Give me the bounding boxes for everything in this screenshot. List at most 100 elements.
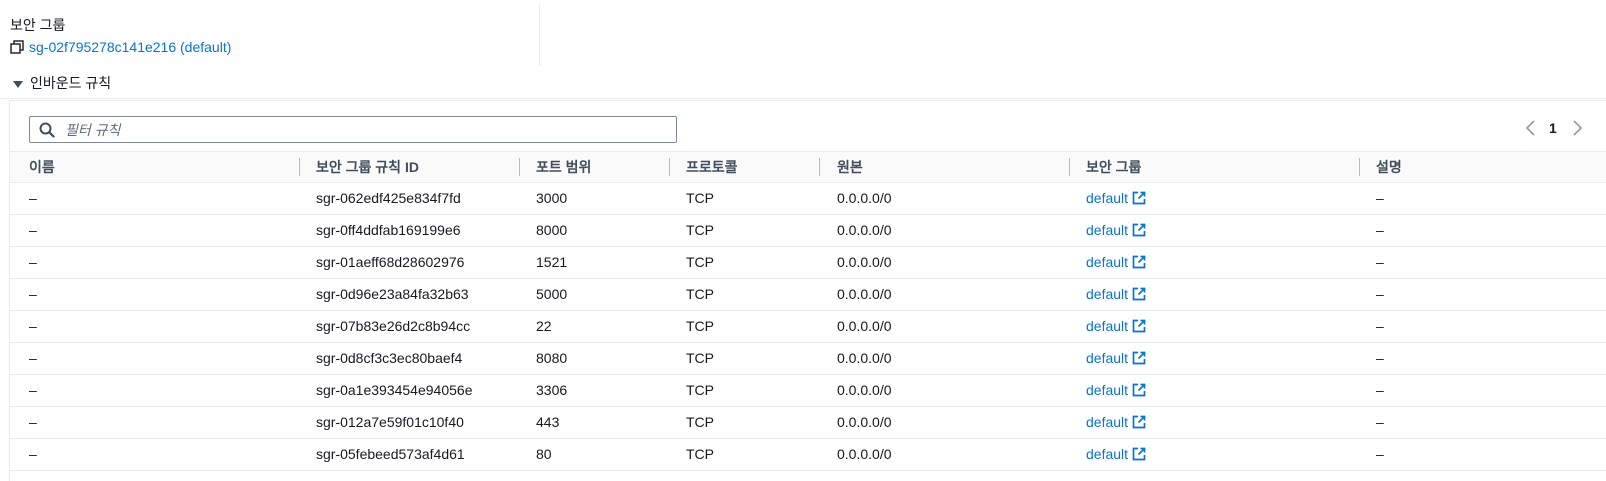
security-group-link[interactable]: default [1086, 382, 1146, 398]
cell-description: – [1376, 286, 1384, 302]
external-link-icon [1132, 441, 1146, 461]
security-group-link[interactable]: default [1086, 190, 1146, 206]
external-link-icon [1132, 185, 1146, 205]
table-header: 이름 보안 그룹 규칙 ID 포트 범위 프로토콜 원본 보안 그룹 설명 [10, 151, 1606, 183]
cell-security-group: default [1086, 279, 1146, 310]
table-row: – sgr-05febeed573af4d61 80 TCP 0.0.0.0/0 defa… [10, 439, 1606, 471]
security-group-link-text: default [1086, 286, 1129, 302]
cell-security-group: default [1086, 183, 1146, 214]
external-link-icon [1132, 217, 1146, 237]
section-divider [539, 4, 540, 66]
cell-source: 0.0.0.0/0 [837, 350, 892, 366]
table-row: – sgr-012a7e59f01c10f40 443 TCP 0.0.0.0/0 def… [10, 407, 1606, 439]
cell-port-range: 1521 [536, 254, 568, 270]
security-group-link[interactable]: default [1086, 286, 1146, 302]
security-group-link-text: default [1086, 190, 1129, 206]
security-group-link[interactable]: default [1086, 222, 1146, 238]
table-row: – sgr-0d96e23a84fa32b63 5000 TCP 0.0.0.0/0 de… [10, 279, 1606, 311]
security-group-link[interactable]: default [1086, 254, 1146, 270]
cell-name: – [29, 190, 37, 206]
cell-protocol: TCP [686, 190, 714, 206]
table-body: – sgr-062edf425e834f7fd 3000 TCP 0.0.0.0/0 de… [10, 183, 1606, 471]
page-number[interactable]: 1 [1549, 120, 1557, 136]
cell-description: – [1376, 414, 1384, 430]
filter-box [29, 116, 677, 143]
cell-protocol: TCP [686, 414, 714, 430]
inbound-rules-panel: 1 이름 보안 그룹 규칙 ID 포트 범위 프로토콜 원본 보안 그룹 설명 … [9, 100, 1606, 481]
column-resizer[interactable] [519, 158, 520, 176]
column-header-port-range[interactable]: 포트 범위 [536, 152, 591, 182]
column-resizer[interactable] [1069, 158, 1070, 176]
cell-name: – [29, 254, 37, 270]
cell-port-range: 22 [536, 318, 552, 334]
column-header-protocol[interactable]: 프로토콜 [686, 152, 738, 182]
security-group-label: 보안 그룹 [10, 17, 66, 33]
column-resizer[interactable] [819, 158, 820, 176]
cell-name: – [29, 318, 37, 334]
cell-port-range: 3306 [536, 382, 568, 398]
caret-down-icon [12, 77, 24, 89]
column-header-name[interactable]: 이름 [29, 152, 55, 182]
pagination: 1 [1522, 119, 1586, 137]
security-group-link-text: default [1086, 446, 1129, 462]
inbound-rules-table: 이름 보안 그룹 규칙 ID 포트 범위 프로토콜 원본 보안 그룹 설명 – s… [10, 151, 1606, 471]
security-group-link[interactable]: default [1086, 446, 1146, 462]
cell-rule-id: sgr-07b83e26d2c8b94cc [316, 318, 471, 334]
column-header-description[interactable]: 설명 [1376, 152, 1402, 182]
security-group-link-text: default [1086, 254, 1129, 270]
cell-protocol: TCP [686, 222, 714, 238]
column-resizer[interactable] [669, 158, 670, 176]
security-group-summary: 보안 그룹 sg-02f795278c141e216 (default) [10, 16, 231, 56]
chevron-left-icon[interactable] [1522, 119, 1540, 137]
cell-rule-id: sgr-0ff4ddfab169199e6 [316, 222, 461, 238]
cell-port-range: 80 [536, 446, 552, 462]
cell-source: 0.0.0.0/0 [837, 446, 892, 462]
security-group-link-text: default [1086, 350, 1129, 366]
cell-description: – [1376, 350, 1384, 366]
column-resizer[interactable] [1359, 158, 1360, 176]
cell-protocol: TCP [686, 254, 714, 270]
security-group-link[interactable]: default [1086, 350, 1146, 366]
table-row: – sgr-062edf425e834f7fd 3000 TCP 0.0.0.0/0 de… [10, 183, 1606, 215]
external-link-icon [1132, 249, 1146, 269]
table-row: – sgr-01aeff68d28602976 1521 TCP 0.0.0.0/0 de… [10, 247, 1606, 279]
cell-rule-id: sgr-062edf425e834f7fd [316, 190, 461, 206]
cell-description: – [1376, 446, 1384, 462]
security-group-link-text: default [1086, 414, 1129, 430]
cell-security-group: default [1086, 215, 1146, 246]
external-link-icon [1132, 281, 1146, 301]
security-group-link-text: default [1086, 222, 1129, 238]
cell-description: – [1376, 254, 1384, 270]
cell-name: – [29, 414, 37, 430]
cell-rule-id: sgr-0a1e393454e94056e [316, 382, 473, 398]
column-header-rule-id[interactable]: 보안 그룹 규칙 ID [316, 152, 419, 182]
security-group-link[interactable]: default [1086, 414, 1146, 430]
table-row: – sgr-0ff4ddfab169199e6 8000 TCP 0.0.0.0/0 de… [10, 215, 1606, 247]
chevron-right-icon[interactable] [1568, 119, 1586, 137]
inbound-rules-toggle[interactable]: 인바운드 규칙 [12, 74, 111, 92]
column-header-source[interactable]: 원본 [837, 152, 863, 182]
cell-description: – [1376, 318, 1384, 334]
cell-source: 0.0.0.0/0 [837, 286, 892, 302]
column-header-security-group[interactable]: 보안 그룹 [1086, 152, 1141, 182]
cell-description: – [1376, 222, 1384, 238]
security-group-link[interactable]: default [1086, 318, 1146, 334]
section-divider-horizontal [0, 98, 1606, 99]
cell-port-range: 8080 [536, 350, 568, 366]
cell-security-group: default [1086, 439, 1146, 470]
external-link-icon [1132, 409, 1146, 429]
cell-security-group: default [1086, 311, 1146, 342]
table-row: – sgr-0a1e393454e94056e 3306 TCP 0.0.0.0/0 de… [10, 375, 1606, 407]
cell-port-range: 3000 [536, 190, 568, 206]
inbound-rules-title: 인바운드 규칙 [30, 75, 112, 91]
copy-icon[interactable] [10, 40, 24, 54]
cell-rule-id: sgr-05febeed573af4d61 [316, 446, 465, 462]
security-group-link[interactable]: sg-02f795278c141e216 (default) [29, 38, 231, 56]
filter-rules-input[interactable] [63, 120, 667, 139]
cell-port-range: 5000 [536, 286, 568, 302]
cell-protocol: TCP [686, 350, 714, 366]
security-group-link-text: default [1086, 318, 1129, 334]
column-resizer[interactable] [299, 158, 300, 176]
cell-security-group: default [1086, 375, 1146, 406]
cell-rule-id: sgr-0d8cf3c3ec80baef4 [316, 350, 463, 366]
